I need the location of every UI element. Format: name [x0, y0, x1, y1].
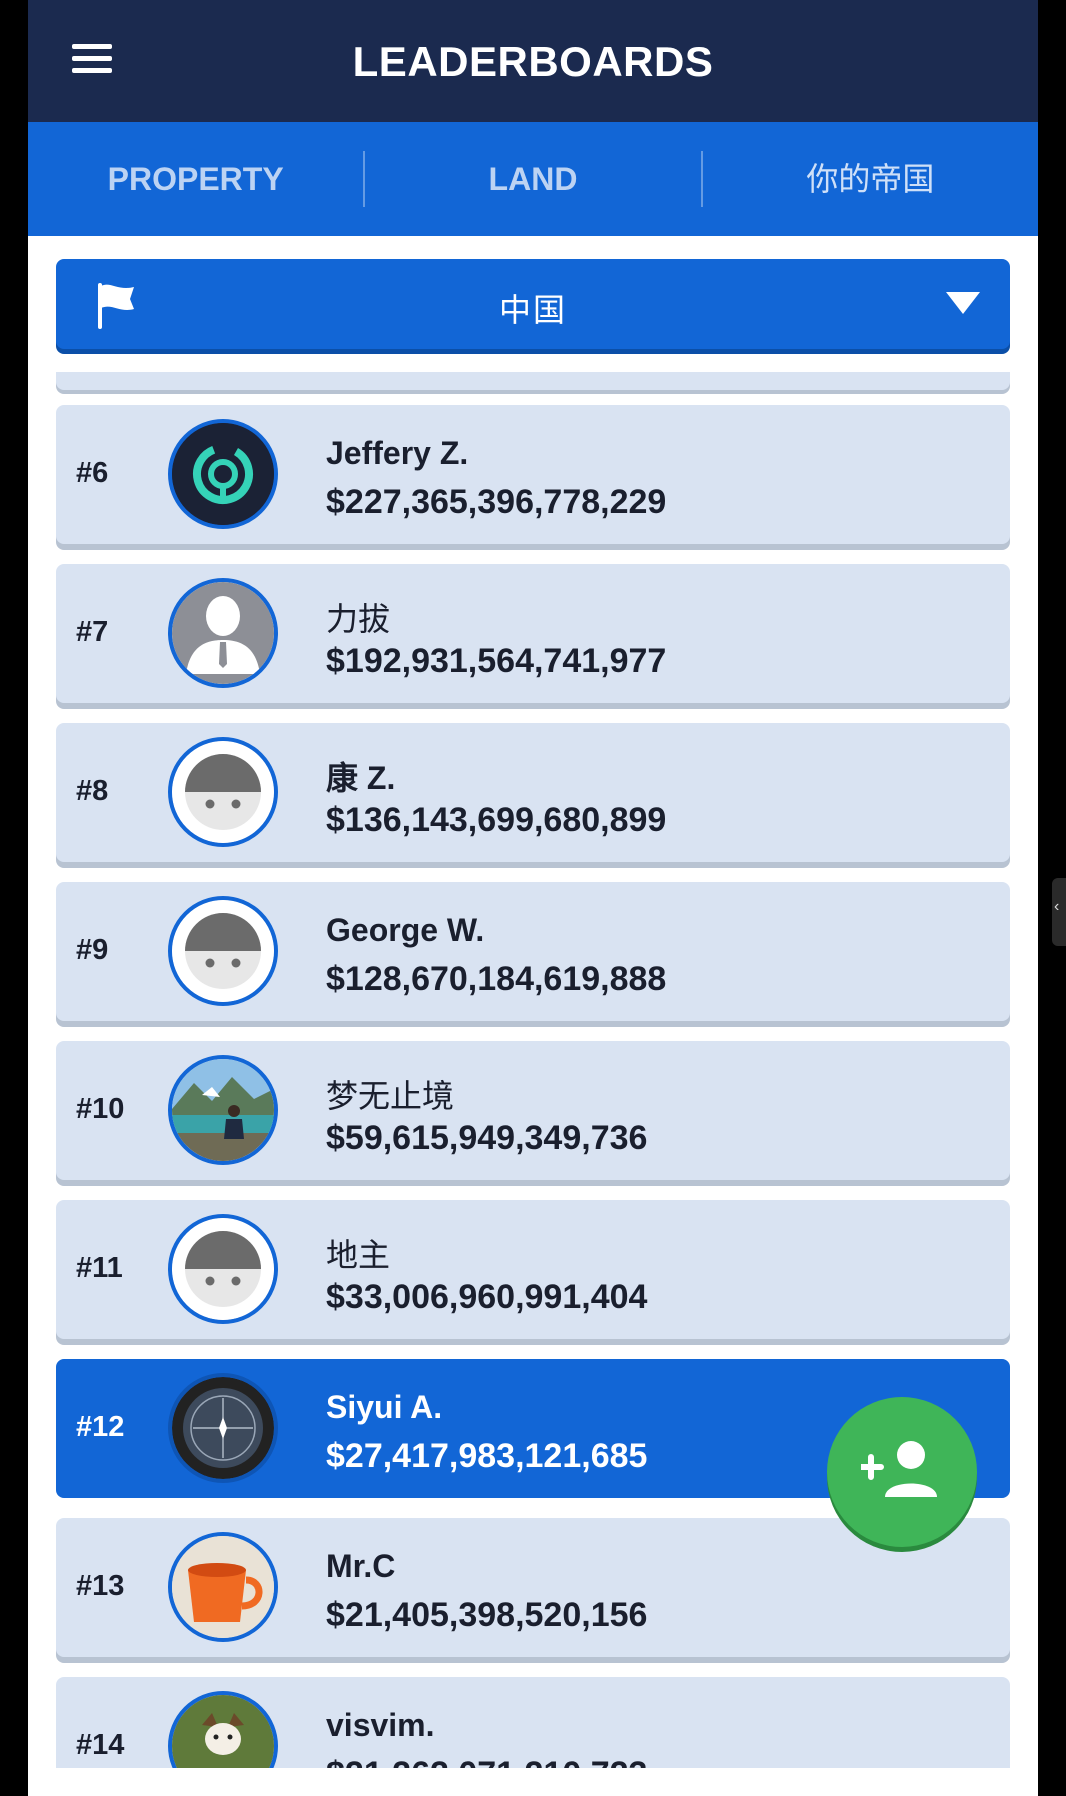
landscape-photo-avatar	[168, 1055, 278, 1165]
player-name: George W.	[326, 912, 485, 948]
rank-label: #9	[76, 934, 109, 966]
default-face-avatar	[168, 896, 278, 1006]
net-worth: $136,143,699,680,899	[326, 801, 667, 839]
leaderboard-row[interactable]: #7 力拔 $192,931,564,741,977	[56, 564, 1010, 703]
rank-label: #12	[76, 1411, 125, 1443]
net-worth: $192,931,564,741,977	[326, 642, 667, 680]
default-face-avatar	[168, 1214, 278, 1324]
leaderboard-row[interactable]: #11 地主 $33,006,960,991,404	[56, 1200, 1010, 1339]
side-panel-handle[interactable]: ‹	[1052, 878, 1066, 946]
rank-label: #7	[76, 616, 109, 648]
rank-label: #6	[76, 457, 109, 489]
player-name: Jeffery Z.	[326, 435, 469, 471]
net-worth: $27,417,983,121,685	[326, 1437, 648, 1475]
rank-label: #11	[76, 1252, 123, 1284]
add-friend-icon	[861, 1441, 937, 1497]
player-name: visvim.	[326, 1707, 435, 1743]
triangle-down-icon	[946, 292, 980, 314]
rank-label: #10	[76, 1093, 125, 1125]
net-worth: $227,365,396,778,229	[326, 483, 667, 521]
tab-bar: PROPERTY LAND 你的帝国	[28, 122, 1038, 236]
tab-land[interactable]: LAND	[363, 151, 700, 207]
chevron-left-icon: ‹	[1054, 898, 1060, 915]
rank-label: #8	[76, 775, 109, 807]
leaderboard-row[interactable]: #10 梦无止境 $59,615,949,349,736	[56, 1041, 1010, 1180]
net-worth: $128,670,184,619,888	[326, 960, 667, 998]
app-bar: LEADERBOARDS	[28, 0, 1038, 122]
businessman-avatar	[168, 578, 278, 688]
previous-row-edge	[56, 372, 1010, 390]
default-face-avatar	[168, 737, 278, 847]
add-friend-button[interactable]	[827, 1397, 977, 1547]
region-dropdown[interactable]: 中国	[56, 259, 1010, 349]
orange-cup-photo-avatar	[168, 1532, 278, 1642]
leaderboard-list[interactable]: #6 Jeffery Z. $227,365,396,778,229 #7 力拔…	[56, 372, 1010, 1768]
leaderboard-row[interactable]: #14 visvim. $21,262,071,210,723	[56, 1677, 1010, 1768]
player-name: 地主	[326, 1237, 391, 1273]
player-name: 力拔	[326, 601, 391, 637]
player-name: Mr.C	[326, 1548, 396, 1584]
page-title: LEADERBOARDS	[352, 38, 714, 85]
player-name: 康 Z.	[326, 760, 396, 796]
rank-label: #14	[76, 1729, 125, 1761]
compass-avatar	[168, 1373, 278, 1483]
player-name: Siyui A.	[326, 1389, 443, 1425]
leaderboard-row[interactable]: #6 Jeffery Z. $227,365,396,778,229	[56, 405, 1010, 544]
net-worth: $21,262,071,210,723	[326, 1755, 647, 1768]
target-logo-avatar	[168, 419, 278, 529]
rank-label: #13	[76, 1570, 125, 1602]
leaderboard-row[interactable]: #13 Mr.C $21,405,398,520,156	[56, 1518, 1010, 1657]
net-worth: $21,405,398,520,156	[326, 1596, 648, 1634]
tab-property[interactable]: PROPERTY	[28, 151, 363, 207]
net-worth: $33,006,960,991,404	[326, 1278, 648, 1316]
leaderboard-row[interactable]: #9 George W. $128,670,184,619,888	[56, 882, 1010, 1021]
tab-your-empire[interactable]: 你的帝国	[700, 151, 1038, 207]
net-worth: $59,615,949,349,736	[326, 1119, 648, 1157]
app-screen: LEADERBOARDS PROPERTY LAND 你的帝国 中国 #6 Je…	[28, 0, 1038, 1796]
region-selected-label: 中国	[498, 292, 567, 328]
player-name: 梦无止境	[326, 1078, 455, 1114]
dog-photo-avatar	[168, 1691, 278, 1768]
leaderboard-row[interactable]: #8 康 Z. $136,143,699,680,899	[56, 723, 1010, 862]
